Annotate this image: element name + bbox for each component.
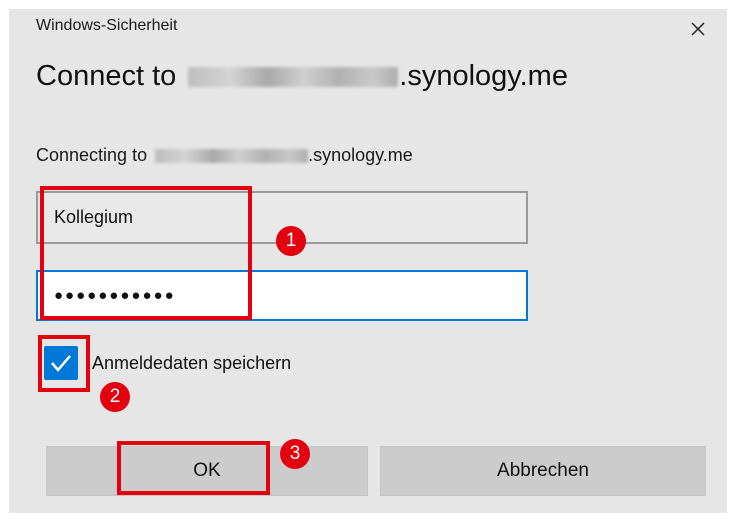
- close-icon: [691, 22, 705, 36]
- cancel-button[interactable]: Abbrechen: [380, 446, 706, 496]
- heading-prefix: Connect to: [36, 60, 177, 92]
- username-value: Kollegium: [54, 207, 134, 227]
- redacted-hostname-small: [155, 148, 309, 163]
- heading-suffix: .synology.me: [399, 60, 568, 92]
- ok-button[interactable]: OK: [46, 446, 368, 496]
- dialog-subheading: Connecting to .synology.me: [36, 145, 413, 166]
- window-title: Windows-Sicherheit: [36, 17, 178, 34]
- password-value: ●●●●●●●●●●●: [54, 287, 176, 304]
- remember-credentials-checkbox[interactable]: [44, 346, 78, 380]
- subheading-suffix: .synology.me: [308, 145, 413, 165]
- step-badge-2: 2: [100, 382, 130, 412]
- subheading-prefix: Connecting to: [36, 145, 148, 165]
- step-badge-1: 1: [276, 226, 306, 256]
- step-badge-3: 3: [280, 439, 310, 469]
- dialog-heading: Connect to .synology.me: [36, 60, 568, 93]
- remember-credentials-label[interactable]: Anmeldedaten speichern: [92, 353, 291, 374]
- password-field[interactable]: ●●●●●●●●●●●: [36, 270, 528, 321]
- checkmark-icon: [51, 355, 71, 372]
- redacted-hostname: [188, 66, 399, 87]
- close-button[interactable]: [684, 16, 712, 42]
